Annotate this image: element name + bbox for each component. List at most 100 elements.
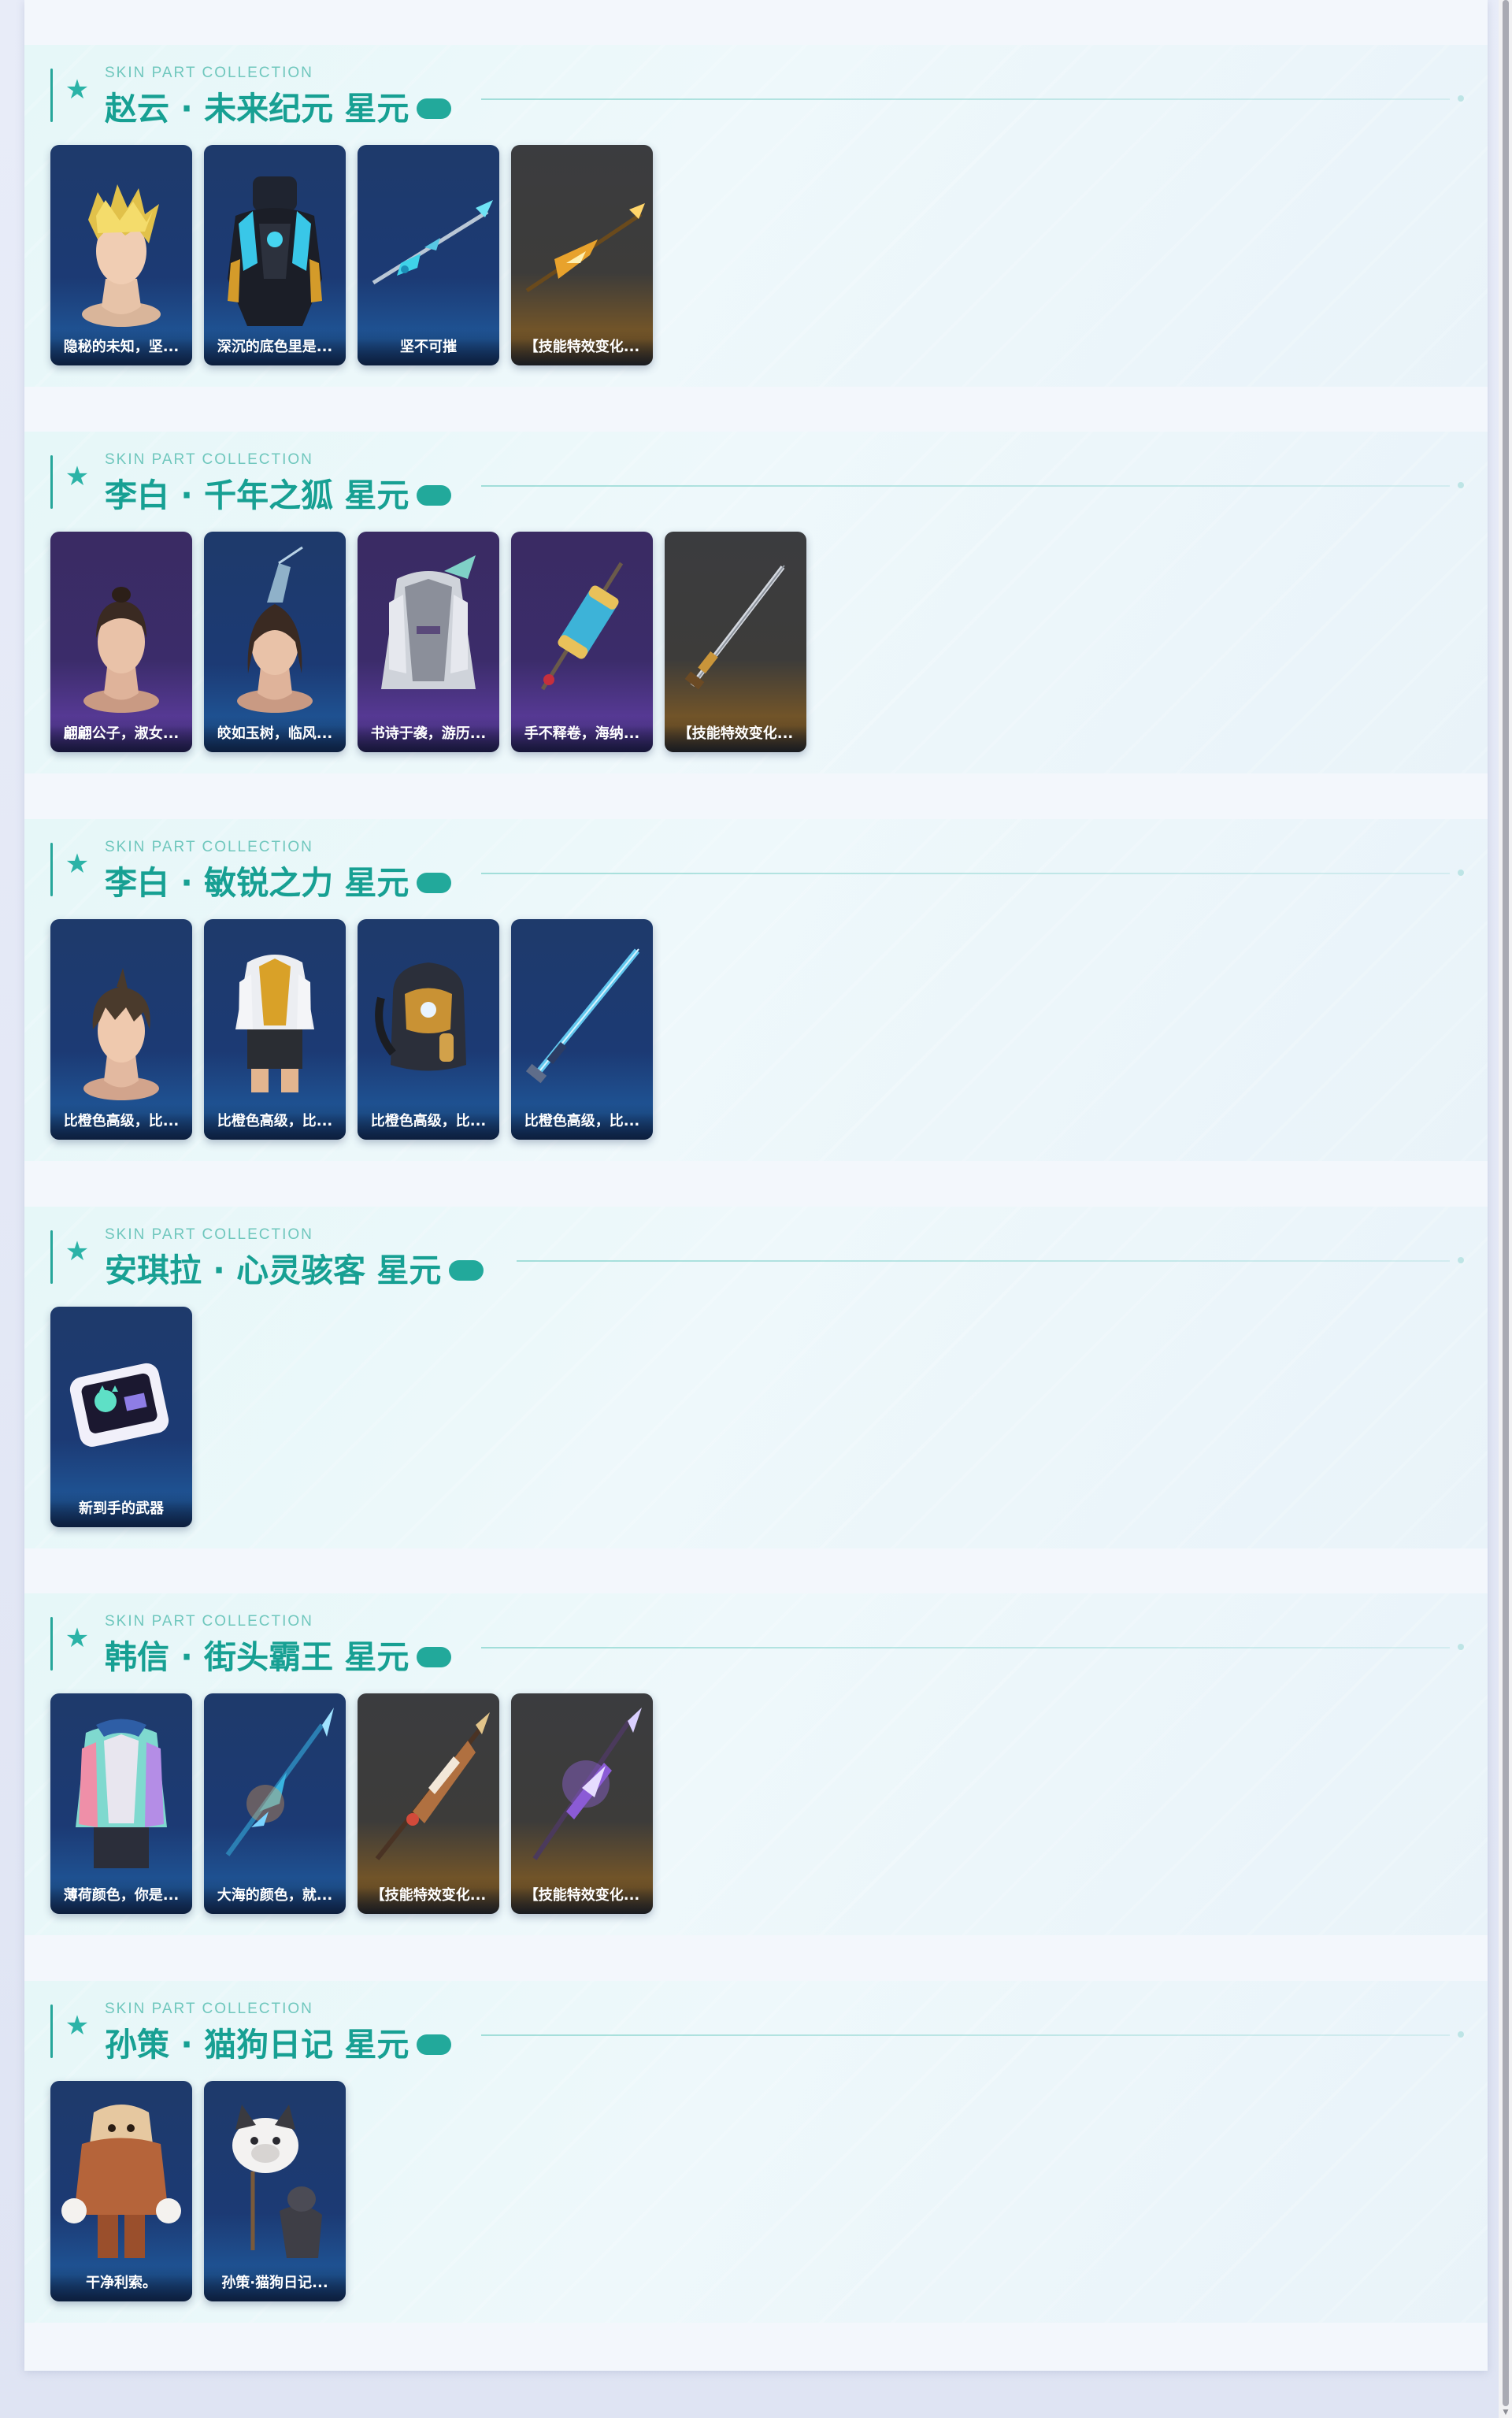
status-pill [417, 485, 452, 506]
section-divider [481, 98, 1450, 100]
skin-part-card[interactable]: 干净利索。 [50, 2081, 192, 2301]
section-divider [517, 1260, 1450, 1262]
skin-part-card[interactable]: 皎如玉树，临风... [204, 532, 346, 752]
status-pill [417, 873, 452, 893]
star-icon: ★ [65, 848, 90, 880]
accent-bar [50, 843, 53, 896]
accent-bar [50, 69, 53, 122]
section-kicker: SKIN PART COLLECTION [105, 451, 313, 468]
divider-dot [1458, 2031, 1464, 2038]
divider-dot [1458, 1644, 1464, 1650]
section-title: 赵云 · 未来纪元 星元 [105, 82, 452, 129]
section-title-text: 李白 · 敏锐之力 星元 [105, 864, 410, 902]
skin-part-card[interactable]: 【技能特效变化... [511, 1693, 653, 1914]
skin-part-caption: 比橙色高级，比... [50, 1103, 192, 1140]
skin-part-card[interactable]: 薄荷颜色，你是... [50, 1693, 192, 1914]
section-divider [481, 2034, 1450, 2036]
skin-part-card[interactable]: 孙策·猫狗日记... [204, 2081, 346, 2301]
section-title: 孙策 · 猫狗日记 星元 [105, 2018, 452, 2065]
star-icon: ★ [65, 1623, 90, 1654]
skin-part-card[interactable]: 隐秘的未知，坚... [50, 145, 192, 365]
status-pill [449, 1260, 484, 1281]
skin-collection-section: ★ SKIN PART COLLECTION 孙策 · 猫狗日记 星元干净利索。 孙策… [24, 1981, 1488, 2323]
skin-part-caption: 翩翩公子，淑女... [50, 716, 192, 752]
skin-part-caption: 皎如玉树，临风... [204, 716, 346, 752]
skin-part-list: 隐秘的未知，坚... 深沉的底色里是... 坚不可摧 【技能特效变化... [50, 145, 653, 365]
section-kicker: SKIN PART COLLECTION [105, 839, 313, 855]
divider-dot [1458, 870, 1464, 876]
skin-part-card[interactable]: 坚不可摧 [358, 145, 499, 365]
skin-part-card[interactable]: 比橙色高级，比... [50, 919, 192, 1140]
star-icon: ★ [65, 461, 90, 492]
star-icon: ★ [65, 1236, 90, 1267]
skin-part-card[interactable]: 比橙色高级，比... [204, 919, 346, 1140]
skin-part-caption: 【技能特效变化... [358, 1878, 499, 1914]
skin-collection-section: ★ SKIN PART COLLECTION 赵云 · 未来纪元 星元隐秘的未知，坚… [24, 45, 1488, 387]
accent-bar [50, 455, 53, 509]
skin-part-card[interactable]: 大海的颜色，就... [204, 1693, 346, 1914]
skin-part-card[interactable]: 比橙色高级，比... [358, 919, 499, 1140]
skin-part-caption: 【技能特效变化... [511, 1878, 653, 1914]
accent-bar [50, 1230, 53, 1284]
section-title-text: 孙策 · 猫狗日记 星元 [105, 2026, 410, 2064]
section-title-text: 安琪拉 · 心灵骇客 星元 [105, 1252, 442, 1289]
skin-collection-section: ★ SKIN PART COLLECTION 安琪拉 · 心灵骇客 星元新到手的武器 [24, 1207, 1488, 1548]
section-divider [481, 485, 1450, 487]
skin-part-list: 干净利索。 孙策·猫狗日记... [50, 2081, 346, 2301]
star-icon: ★ [65, 74, 90, 106]
skin-part-caption: 大海的颜色，就... [204, 1878, 346, 1914]
skin-collection-section: ★ SKIN PART COLLECTION 韩信 · 街头霸王 星元薄荷颜色，你是… [24, 1593, 1488, 1935]
status-pill [417, 2034, 452, 2055]
skin-part-card[interactable]: 比橙色高级，比... [511, 919, 653, 1140]
skin-part-caption: 隐秘的未知，坚... [50, 329, 192, 365]
section-title-text: 李白 · 千年之狐 星元 [105, 477, 410, 514]
star-icon: ★ [65, 2010, 90, 2042]
skin-part-list: 薄荷颜色，你是... 大海的颜色，就... 【技能特效变化... 【技能特效变化... [50, 1693, 653, 1914]
section-kicker: SKIN PART COLLECTION [105, 1226, 313, 1243]
skin-part-list: 新到手的武器 [50, 1307, 192, 1527]
skin-part-list: 比橙色高级，比... 比橙色高级，比... 比橙色高级，比... 比橙色高级，比... [50, 919, 653, 1140]
skin-part-caption: 比橙色高级，比... [511, 1103, 653, 1140]
divider-dot [1458, 1257, 1464, 1263]
skin-part-caption: 比橙色高级，比... [358, 1103, 499, 1140]
accent-bar [50, 2004, 53, 2058]
section-title: 安琪拉 · 心灵骇客 星元 [105, 1244, 484, 1291]
section-title: 李白 · 敏锐之力 星元 [105, 856, 452, 903]
section-kicker: SKIN PART COLLECTION [105, 2001, 313, 2017]
divider-dot [1458, 482, 1464, 488]
skin-part-caption: 手不释卷，海纳... [511, 716, 653, 752]
section-title: 韩信 · 街头霸王 星元 [105, 1630, 452, 1678]
accent-bar [50, 1617, 53, 1671]
skin-part-caption: 薄荷颜色，你是... [50, 1878, 192, 1914]
status-pill [417, 98, 452, 119]
section-kicker: SKIN PART COLLECTION [105, 65, 313, 81]
skin-part-card[interactable]: 书诗于袭，游历... [358, 532, 499, 752]
skin-part-caption: 新到手的武器 [50, 1491, 192, 1527]
divider-dot [1458, 95, 1464, 102]
section-title-text: 赵云 · 未来纪元 星元 [105, 90, 410, 128]
skin-part-card[interactable]: 手不释卷，海纳... [511, 532, 653, 752]
skin-part-caption: 【技能特效变化... [511, 329, 653, 365]
skin-part-card[interactable]: 深沉的底色里是... [204, 145, 346, 365]
skin-collection-section: ★ SKIN PART COLLECTION 李白 · 千年之狐 星元翩翩公子，淑女… [24, 432, 1488, 773]
skin-part-caption: 比橙色高级，比... [204, 1103, 346, 1140]
section-kicker: SKIN PART COLLECTION [105, 1613, 313, 1630]
scroll-down-arrow-icon[interactable]: ▼ [1501, 2409, 1510, 2416]
skin-part-card[interactable]: 新到手的武器 [50, 1307, 192, 1527]
section-title-text: 韩信 · 街头霸王 星元 [105, 1638, 410, 1676]
skin-part-caption: 书诗于袭，游历... [358, 716, 499, 752]
skin-part-caption: 【技能特效变化... [665, 716, 806, 752]
skin-part-caption: 孙策·猫狗日记... [204, 2265, 346, 2301]
skin-part-list: 翩翩公子，淑女... 皎如玉树，临风... 书诗于袭，游历... 手不释卷，海纳...… [50, 532, 806, 752]
skin-part-card[interactable]: 【技能特效变化... [358, 1693, 499, 1914]
section-divider [481, 873, 1450, 874]
skin-collection-section: ★ SKIN PART COLLECTION 李白 · 敏锐之力 星元比橙色高级，比… [24, 819, 1488, 1161]
skin-part-caption: 坚不可摧 [358, 329, 499, 365]
scrollbar-thumb[interactable] [1503, 0, 1509, 2406]
skin-part-caption: 干净利索。 [50, 2265, 192, 2301]
skin-part-card[interactable]: 【技能特效变化... [665, 532, 806, 752]
section-title: 李白 · 千年之狐 星元 [105, 469, 452, 516]
skin-part-card[interactable]: 【技能特效变化... [511, 145, 653, 365]
skin-part-caption: 深沉的底色里是... [204, 329, 346, 365]
skin-part-card[interactable]: 翩翩公子，淑女... [50, 532, 192, 752]
